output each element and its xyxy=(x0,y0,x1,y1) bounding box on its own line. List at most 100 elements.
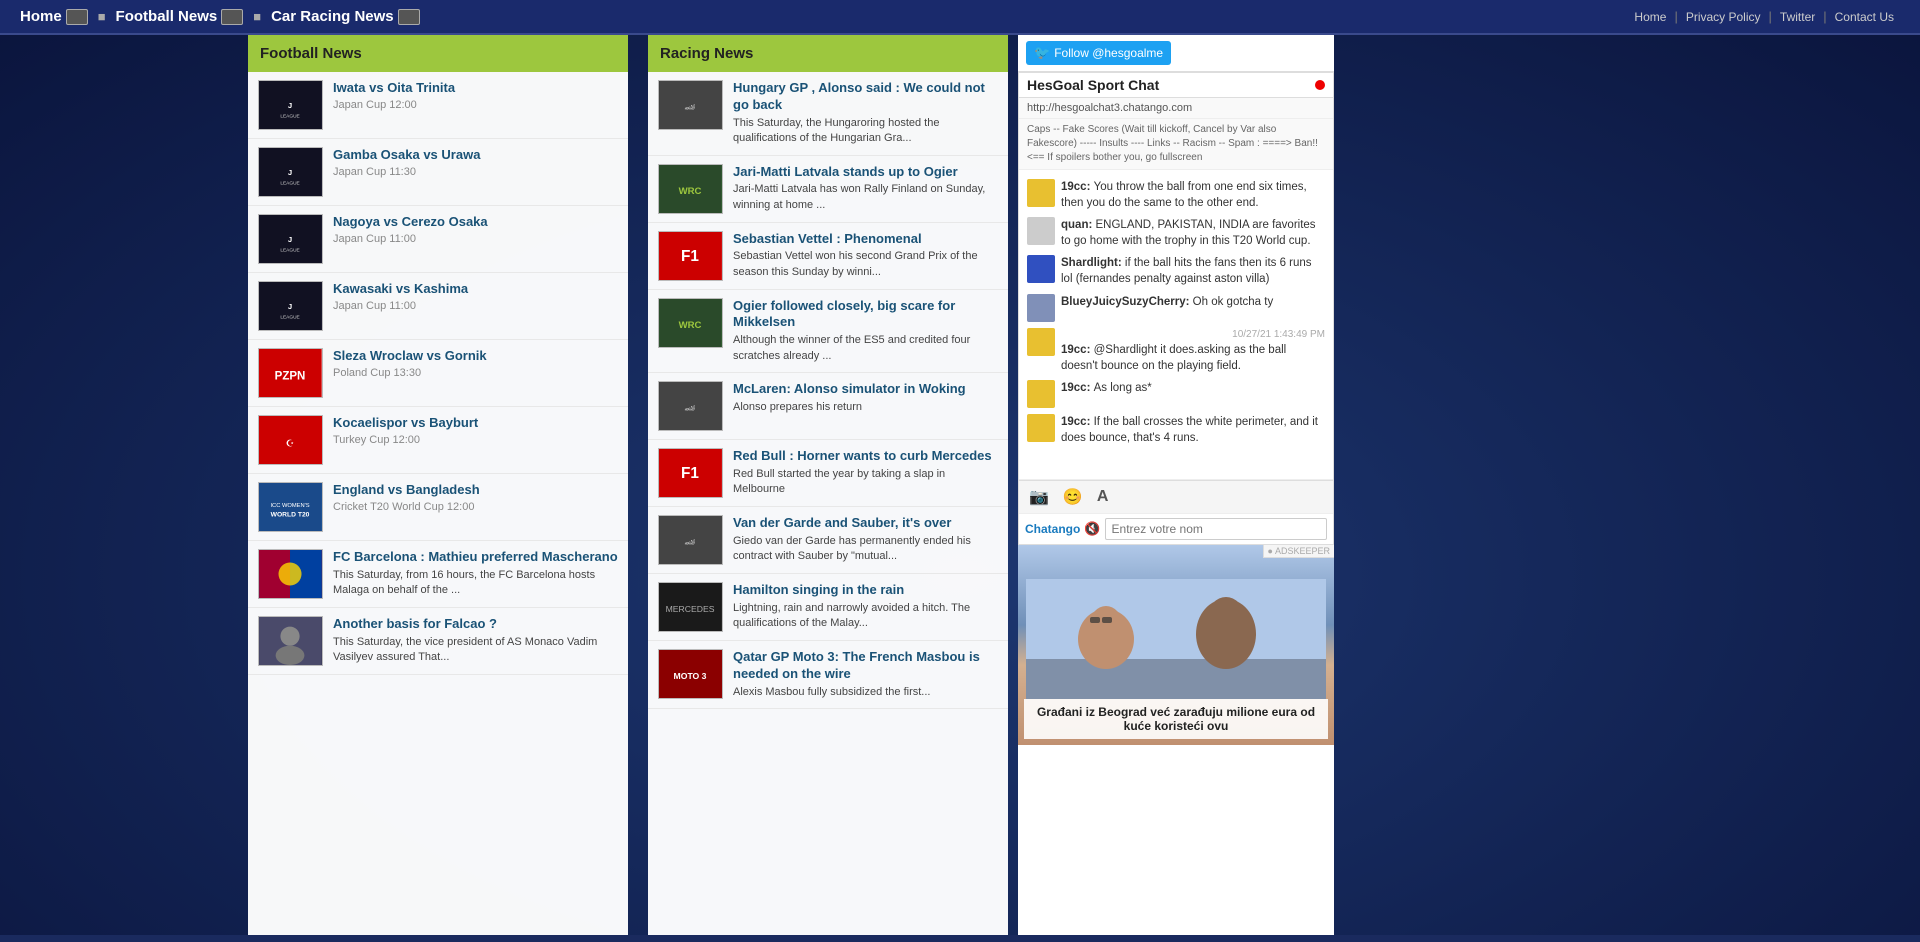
mute-button[interactable]: 🔇 xyxy=(1084,521,1100,537)
svg-text:🏎: 🏎 xyxy=(685,403,696,413)
nav-sep-2: ■ xyxy=(253,9,261,24)
text-format-button[interactable]: A xyxy=(1093,486,1113,508)
svg-text:MERCEDES: MERCEDES xyxy=(666,604,715,614)
football-header: Football News xyxy=(248,35,628,72)
football-title-8[interactable]: Another basis for Falcao ? xyxy=(333,616,618,633)
nav-right-privacy[interactable]: Privacy Policy xyxy=(1680,10,1767,24)
racing-title-6[interactable]: Van der Garde and Sauber, it's over xyxy=(733,515,998,532)
football-title-0[interactable]: Iwata vs Oita Trinita xyxy=(333,80,618,97)
football-news-item[interactable]: FC Barcelona : Mathieu preferred Mascher… xyxy=(248,541,628,608)
svg-text:J: J xyxy=(288,168,292,177)
football-header-text: Football News xyxy=(260,45,362,62)
racing-title-0[interactable]: Hungary GP , Alonso said : We could not … xyxy=(733,80,998,114)
chat-rules: Caps -- Fake Scores (Wait till kickoff, … xyxy=(1019,119,1333,170)
football-text-8: Another basis for Falcao ? This Saturday… xyxy=(333,616,618,666)
emoji-icon-button[interactable]: 😊 xyxy=(1059,485,1087,509)
chat-text-5: As long as* xyxy=(1094,382,1152,394)
nav-right-contact[interactable]: Contact Us xyxy=(1829,10,1900,24)
racing-desc-5: Red Bull started the year by taking a sl… xyxy=(733,467,998,498)
racing-title-7[interactable]: Hamilton singing in the rain xyxy=(733,582,998,599)
football-news-item[interactable]: J LEAGUE Nagoya vs Cerezo Osaka Japan Cu… xyxy=(248,206,628,273)
chat-messages-area[interactable]: 19cc: You throw the ball from one end si… xyxy=(1019,170,1333,480)
football-news-item[interactable]: J LEAGUE Iwata vs Oita Trinita Japan Cup… xyxy=(248,72,628,139)
racing-news-item[interactable]: 🏎 Hungary GP , Alonso said : We could no… xyxy=(648,72,1008,156)
racing-news-item[interactable]: F1 Red Bull : Horner wants to curb Merce… xyxy=(648,440,1008,507)
chat-box: HesGoal Sport Chat http://hesgoalchat3.c… xyxy=(1018,72,1334,545)
twitter-follow-button[interactable]: 🐦 Follow @hesgoalme xyxy=(1026,41,1171,65)
racing-text-1: Jari-Matti Latvala stands up to Ogier Ja… xyxy=(733,164,998,214)
football-news-item[interactable]: ☪ Kocaelispor vs Bayburt Turkey Cup 12:0… xyxy=(248,407,628,474)
football-title-5[interactable]: Kocaelispor vs Bayburt xyxy=(333,415,618,432)
racing-title-1[interactable]: Jari-Matti Latvala stands up to Ogier xyxy=(733,164,998,181)
football-meta-6: Cricket T20 World Cup 12:00 xyxy=(333,501,618,513)
racing-desc-1: Jari-Matti Latvala has won Rally Finland… xyxy=(733,182,998,213)
racing-title-2[interactable]: Sebastian Vettel : Phenomenal xyxy=(733,231,998,248)
chat-message: quan: ENGLAND, PAKISTAN, INDIA are favor… xyxy=(1019,214,1333,252)
chat-name-input[interactable] xyxy=(1105,518,1327,540)
adskeeper-badge: ● ADSKEEPER xyxy=(1263,545,1334,558)
chat-msg-body-2: Shardlight: if the ball hits the fans th… xyxy=(1061,255,1325,287)
chat-title-row: HesGoal Sport Chat xyxy=(1019,73,1333,98)
chat-username-6: 19cc: xyxy=(1061,416,1094,428)
racing-thumb-8: MOTO 3 xyxy=(658,649,723,699)
nav-right-twitter[interactable]: Twitter xyxy=(1774,10,1821,24)
football-items-list: J LEAGUE Iwata vs Oita Trinita Japan Cup… xyxy=(248,72,628,675)
football-text-5: Kocaelispor vs Bayburt Turkey Cup 12:00 xyxy=(333,415,618,449)
racing-thumb-4: 🏎 xyxy=(658,381,723,431)
nav-right: Home | Privacy Policy | Twitter | Contac… xyxy=(1628,9,1900,24)
ad-image: Građani iz Beograd već zarađuju milione … xyxy=(1018,545,1334,745)
svg-text:WORLD T20: WORLD T20 xyxy=(271,512,310,519)
football-text-4: Sleza Wroclaw vs Gornik Poland Cup 13:30 xyxy=(333,348,618,382)
chat-msg-body-3: BlueyJuicySuzyCherry: Oh ok gotcha ty xyxy=(1061,294,1325,310)
racing-title-3[interactable]: Ogier followed closely, big scare for Mi… xyxy=(733,298,998,332)
chat-follow-header: 🐦 Follow @hesgoalme xyxy=(1018,35,1334,72)
football-title-6[interactable]: England vs Bangladesh xyxy=(333,482,618,499)
football-title-2[interactable]: Nagoya vs Cerezo Osaka xyxy=(333,214,618,231)
nav-right-home[interactable]: Home xyxy=(1628,10,1672,24)
racing-title-4[interactable]: McLaren: Alonso simulator in Woking xyxy=(733,381,998,398)
football-title-4[interactable]: Sleza Wroclaw vs Gornik xyxy=(333,348,618,365)
football-meta-5: Turkey Cup 12:00 xyxy=(333,434,618,446)
chat-username-4: 19cc: xyxy=(1061,344,1094,356)
chat-avatar-1 xyxy=(1027,217,1055,245)
racing-news-item[interactable]: F1 Sebastian Vettel : Phenomenal Sebasti… xyxy=(648,223,1008,290)
football-thumb-7 xyxy=(258,549,323,599)
football-desc-7: This Saturday, from 16 hours, the FC Bar… xyxy=(333,568,618,599)
svg-text:🏎: 🏎 xyxy=(685,537,696,547)
football-news-item[interactable]: J LEAGUE Gamba Osaka vs Urawa Japan Cup … xyxy=(248,139,628,206)
football-thumb-8 xyxy=(258,616,323,666)
racing-text-6: Van der Garde and Sauber, it's over Gied… xyxy=(733,515,998,565)
nav-football[interactable]: Football News xyxy=(116,8,244,25)
football-label: Football News xyxy=(116,8,218,25)
racing-text-3: Ogier followed closely, big scare for Mi… xyxy=(733,298,998,365)
racing-title-8[interactable]: Qatar GP Moto 3: The French Masbou is ne… xyxy=(733,649,998,683)
racing-news-item[interactable]: 🏎 Van der Garde and Sauber, it's over Gi… xyxy=(648,507,1008,574)
football-meta-2: Japan Cup 11:00 xyxy=(333,233,618,245)
football-title-3[interactable]: Kawasaki vs Kashima xyxy=(333,281,618,298)
camera-icon-button[interactable]: 📷 xyxy=(1025,485,1053,509)
football-news-item[interactable]: J LEAGUE Kawasaki vs Kashima Japan Cup 1… xyxy=(248,273,628,340)
racing-desc-7: Lightning, rain and narrowly avoided a h… xyxy=(733,601,998,632)
football-news-item[interactable]: ICC WOMEN'S WORLD T20 England vs Banglad… xyxy=(248,474,628,541)
racing-news-item[interactable]: WRC Ogier followed closely, big scare fo… xyxy=(648,290,1008,374)
chat-username-1: quan: xyxy=(1061,219,1096,231)
football-title-1[interactable]: Gamba Osaka vs Urawa xyxy=(333,147,618,164)
nav-racing[interactable]: Car Racing News xyxy=(271,8,420,25)
chat-avatar-0 xyxy=(1027,179,1055,207)
racing-news-item[interactable]: MERCEDES Hamilton singing in the rain Li… xyxy=(648,574,1008,641)
chat-avatar-6 xyxy=(1027,414,1055,442)
racing-title-5[interactable]: Red Bull : Horner wants to curb Mercedes xyxy=(733,448,998,465)
main-wrapper: Football News J LEAGUE Iwata vs Oita Tri… xyxy=(0,35,1920,935)
mid-spacer xyxy=(628,35,648,935)
nav-home[interactable]: Home xyxy=(20,8,88,25)
football-title-7[interactable]: FC Barcelona : Mathieu preferred Mascher… xyxy=(333,549,618,566)
racing-news-item[interactable]: MOTO 3 Qatar GP Moto 3: The French Masbo… xyxy=(648,641,1008,709)
football-news-item[interactable]: PZPN Sleza Wroclaw vs Gornik Poland Cup … xyxy=(248,340,628,407)
football-news-item[interactable]: Another basis for Falcao ? This Saturday… xyxy=(248,608,628,675)
chat-message: 10/27/21 1:43:49 PM 19cc: @Shardlight it… xyxy=(1019,325,1333,377)
svg-text:MOTO 3: MOTO 3 xyxy=(674,671,707,681)
football-column: Football News J LEAGUE Iwata vs Oita Tri… xyxy=(248,35,628,935)
racing-news-item[interactable]: WRC Jari-Matti Latvala stands up to Ogie… xyxy=(648,156,1008,223)
svg-text:LEAGUE: LEAGUE xyxy=(280,314,299,320)
racing-news-item[interactable]: 🏎 McLaren: Alonso simulator in Woking Al… xyxy=(648,373,1008,440)
